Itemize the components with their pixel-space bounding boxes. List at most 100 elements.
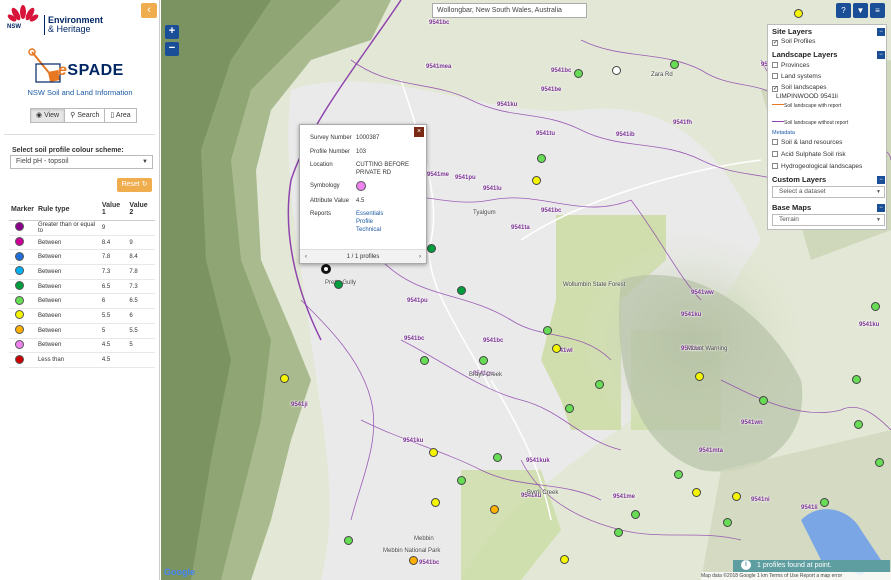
- layer-land-systems[interactable]: Land systems: [772, 73, 821, 80]
- list-icon[interactable]: ≡: [870, 3, 885, 18]
- legend-rule: Between: [35, 293, 100, 310]
- collapse-base-maps-button[interactable]: −: [877, 204, 885, 212]
- soil-landscape-label: 9541kuk: [526, 458, 550, 464]
- report-essentials-link[interactable]: Essentials: [356, 211, 383, 217]
- soil-profile-marker[interactable]: [420, 356, 429, 365]
- soil-profile-marker[interactable]: [820, 498, 829, 507]
- report-technical-link[interactable]: Technical: [356, 227, 381, 233]
- layer-acid-sulphate[interactable]: Acid Sulphate Soil risk: [772, 151, 846, 158]
- soil-profile-marker[interactable]: [532, 176, 541, 185]
- soil-profile-marker[interactable]: [493, 453, 502, 462]
- legend-value1: 6.5: [99, 279, 128, 295]
- tab-area[interactable]: ▯ Area: [105, 108, 137, 123]
- colour-scheme-select[interactable]: Field pH - topsoil ▼: [10, 155, 153, 169]
- base-map-select[interactable]: Terrain ▼: [772, 214, 885, 226]
- layer-provinces[interactable]: Provinces: [772, 62, 810, 69]
- selected-profile-marker[interactable]: [321, 264, 331, 274]
- soil-profile-marker[interactable]: [537, 154, 546, 163]
- soil-profile-marker[interactable]: [490, 505, 499, 514]
- profile-info-popup: × Survey Number 1000387 Profile Number 1…: [299, 124, 427, 264]
- tab-view[interactable]: ◉ View: [30, 108, 66, 123]
- soil-profile-marker[interactable]: [429, 448, 438, 457]
- checkbox-icon: [772, 151, 778, 157]
- custom-dataset-select[interactable]: Select a dataset ▼: [772, 186, 885, 198]
- soil-profile-marker[interactable]: [612, 66, 621, 75]
- layer-hydrogeological[interactable]: Hydrogeological landscapes: [772, 163, 862, 170]
- layer-soil-profiles[interactable]: ✓ Soil Profiles: [772, 38, 815, 46]
- survey-label: Survey Number: [310, 135, 352, 141]
- collapse-landscape-layers-button[interactable]: −: [877, 51, 885, 59]
- soil-profile-marker[interactable]: [695, 372, 704, 381]
- soil-profile-marker[interactable]: [732, 492, 741, 501]
- soil-profile-marker[interactable]: [794, 9, 803, 18]
- soil-landscape-label: 9541bc: [483, 338, 504, 344]
- legend-rule: Between: [35, 235, 100, 251]
- legend-rule: Between: [35, 264, 100, 280]
- soil-profile-marker[interactable]: [479, 356, 488, 365]
- close-popup-button[interactable]: ×: [414, 127, 424, 137]
- metadata-link[interactable]: Metadata: [772, 130, 795, 136]
- soil-profile-marker[interactable]: [871, 302, 880, 311]
- map-canvas[interactable]: 9541mea 9541bc 9541ku 9541tu 9541be 9541…: [161, 0, 891, 580]
- soil-landscape-label: 9541bc: [404, 336, 425, 342]
- soil-profile-marker[interactable]: [692, 488, 701, 497]
- marker-swatch: [15, 354, 24, 364]
- prev-profile-button[interactable]: ‹: [305, 250, 307, 264]
- checkbox-icon: [772, 62, 778, 68]
- soil-profile-marker[interactable]: [759, 396, 768, 405]
- view-mode-tabs: ◉ View ⚲ Search ▯ Area: [30, 108, 137, 123]
- soil-profile-marker[interactable]: [614, 528, 623, 537]
- layer-soil-landscapes[interactable]: ✓ Soil landscapes: [772, 84, 827, 92]
- legend-header-row: Marker Rule type Value 1 Value 2: [9, 200, 155, 221]
- soil-profile-marker[interactable]: [431, 498, 440, 507]
- soil-profile-marker[interactable]: [560, 555, 569, 564]
- reset-button[interactable]: Reset ↻: [117, 178, 152, 192]
- soil-profile-marker[interactable]: [854, 420, 863, 429]
- soil-profile-marker[interactable]: [552, 344, 561, 353]
- soil-profile-marker[interactable]: [457, 476, 466, 485]
- soil-profile-marker[interactable]: [334, 280, 343, 289]
- soil-profile-marker[interactable]: [723, 518, 732, 527]
- soil-profile-marker[interactable]: [427, 244, 436, 253]
- layer-label: Acid Sulphate Soil risk: [781, 151, 846, 158]
- soil-profile-marker[interactable]: [457, 286, 466, 295]
- soil-profile-marker[interactable]: [670, 60, 679, 69]
- soil-landscape-label: 9541ta: [511, 225, 530, 231]
- soil-profile-marker[interactable]: [280, 374, 289, 383]
- layer-soil-land-resources[interactable]: Soil & land resources: [772, 139, 842, 146]
- soil-profile-marker[interactable]: [344, 536, 353, 545]
- zoom-out-button[interactable]: −: [165, 42, 179, 56]
- place-label: Tyalgum: [473, 210, 496, 216]
- zoom-in-button[interactable]: +: [165, 25, 179, 39]
- profile-value: 103: [356, 149, 367, 155]
- soil-profile-marker[interactable]: [875, 458, 884, 467]
- legend-value2: 5: [127, 338, 155, 354]
- tab-search[interactable]: ⚲ Search: [65, 108, 106, 123]
- marker-swatch: [15, 281, 24, 291]
- legend-row: Less than 4.5: [9, 352, 155, 368]
- soil-profile-marker[interactable]: [543, 326, 552, 335]
- legend-value1: 9: [99, 220, 128, 236]
- soil-profile-marker[interactable]: [409, 556, 418, 565]
- soil-profile-marker[interactable]: [565, 404, 574, 413]
- next-profile-button[interactable]: ›: [419, 250, 421, 264]
- soil-landscape-label: 9541ww: [691, 290, 714, 296]
- layer-label: Soil & land resources: [781, 139, 843, 146]
- soil-profile-marker[interactable]: [631, 510, 640, 519]
- soil-profile-marker[interactable]: [852, 375, 861, 384]
- help-icon[interactable]: ?: [836, 3, 851, 18]
- collapse-custom-layers-button[interactable]: −: [877, 176, 885, 184]
- location-search-input[interactable]: Wollongbar, New South Wales, Australia: [432, 3, 587, 18]
- sidebar: ‹ NSW Environment & Heritage eSPADE NSW …: [0, 0, 160, 580]
- soil-landscape-sub: LIMPINWOOD 9541li: [776, 93, 838, 100]
- legend-row: Between 5 5.5: [9, 323, 155, 339]
- bookmark-icon[interactable]: ▼: [853, 3, 868, 18]
- soil-profile-marker[interactable]: [674, 470, 683, 479]
- soil-landscape-label: 9541li: [801, 505, 818, 511]
- soil-profile-marker[interactable]: [574, 69, 583, 78]
- report-profile-link[interactable]: Profile: [356, 219, 373, 225]
- legend-header-rule: Rule type: [35, 200, 100, 221]
- soil-profile-marker[interactable]: [595, 380, 604, 389]
- collapse-sidebar-button[interactable]: ‹: [141, 3, 157, 18]
- collapse-site-layers-button[interactable]: −: [877, 28, 885, 36]
